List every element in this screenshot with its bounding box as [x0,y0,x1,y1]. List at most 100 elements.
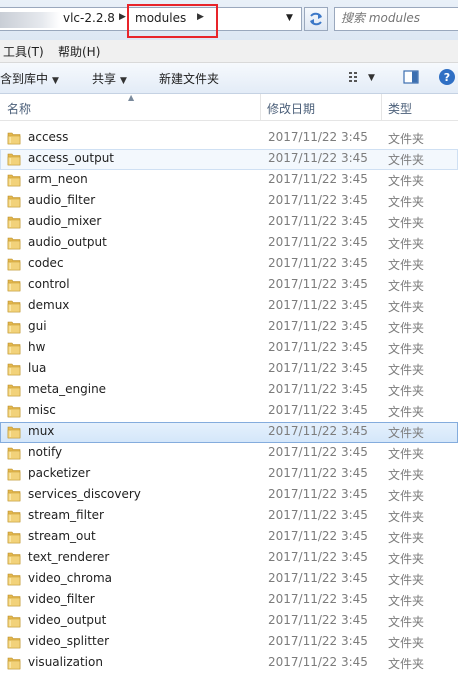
file-row[interactable]: services_discovery 2017/11/22 3:45 文件夹 [0,485,458,506]
search-input[interactable] [341,11,457,25]
menu-bar: 工具(T) 帮助(H) [0,40,458,63]
folder-icon [7,130,21,145]
file-modified-date: 2017/11/22 3:45 [268,172,368,186]
refresh-icon [310,12,322,26]
file-row[interactable]: codec 2017/11/22 3:45 文件夹 [0,254,458,275]
file-name: audio_output [28,235,107,249]
file-type: 文件夹 [388,174,425,188]
include-in-library-label: 含到库中 [0,72,49,86]
file-type: 文件夹 [388,195,425,209]
chevron-down-icon: ▼ [368,73,375,83]
file-type: 文件夹 [388,405,425,419]
file-type: 文件夹 [388,321,425,335]
file-name: stream_filter [28,508,104,522]
file-name: access [28,130,69,144]
file-row[interactable]: lua 2017/11/22 3:45 文件夹 [0,359,458,380]
file-row[interactable]: video_filter 2017/11/22 3:45 文件夹 [0,590,458,611]
file-row[interactable]: arm_neon 2017/11/22 3:45 文件夹 [0,170,458,191]
help-icon: ? [439,69,455,85]
file-modified-date: 2017/11/22 3:45 [268,613,368,627]
file-row[interactable]: video_output 2017/11/22 3:45 文件夹 [0,611,458,632]
file-type: 文件夹 [388,468,425,482]
file-row[interactable]: access 2017/11/22 3:45 文件夹 [0,128,458,149]
file-row[interactable]: misc 2017/11/22 3:45 文件夹 [0,401,458,422]
file-row[interactable]: demux 2017/11/22 3:45 文件夹 [0,296,458,317]
column-header-type[interactable]: 类型 [388,100,412,117]
file-modified-date: 2017/11/22 3:45 [268,130,368,144]
file-row[interactable]: video_splitter 2017/11/22 3:45 文件夹 [0,632,458,653]
file-row[interactable]: stream_out 2017/11/22 3:45 文件夹 [0,527,458,548]
file-row[interactable]: gui 2017/11/22 3:45 文件夹 [0,317,458,338]
file-name: demux [28,298,70,312]
chevron-down-icon: ▼ [52,76,59,86]
file-type: 文件夹 [388,447,425,461]
menu-tools[interactable]: 工具(T) [3,43,44,60]
file-type: 文件夹 [388,132,425,146]
file-row[interactable]: visualization 2017/11/22 3:45 文件夹 [0,653,458,674]
file-type: 文件夹 [388,489,425,503]
folder-icon [7,382,21,397]
breadcrumb-vlc[interactable]: vlc-2.2.8 [63,11,115,25]
search-box[interactable] [334,7,458,31]
folder-icon [7,214,21,229]
file-row[interactable]: text_renderer 2017/11/22 3:45 文件夹 [0,548,458,569]
view-options-button[interactable]: ▼ [348,69,375,84]
file-type: 文件夹 [388,510,425,524]
file-row[interactable]: mux 2017/11/22 3:45 文件夹 [0,422,458,443]
file-row[interactable]: notify 2017/11/22 3:45 文件夹 [0,443,458,464]
command-bar: 含到库中 ▼ 共享 ▼ 新建文件夹 ▼ ? [0,63,458,94]
help-button[interactable]: ? [438,68,456,89]
file-modified-date: 2017/11/22 3:45 [268,298,368,312]
file-row[interactable]: control 2017/11/22 3:45 文件夹 [0,275,458,296]
file-type: 文件夹 [388,237,425,251]
folder-icon [7,424,21,439]
share-button[interactable]: 共享 ▼ [92,70,127,87]
file-modified-date: 2017/11/22 3:45 [268,424,368,438]
menu-help[interactable]: 帮助(H) [58,43,100,60]
breadcrumb-separator-icon[interactable]: ▶ [119,12,126,22]
file-row[interactable]: access_output 2017/11/22 3:45 文件夹 [0,149,458,170]
file-modified-date: 2017/11/22 3:45 [268,319,368,333]
file-row[interactable]: meta_engine 2017/11/22 3:45 文件夹 [0,380,458,401]
preview-pane-button[interactable] [403,69,419,88]
folder-icon [7,634,21,649]
file-type: 文件夹 [388,258,425,272]
column-divider[interactable] [381,94,382,120]
file-name: hw [28,340,46,354]
blurred-path-segment [0,12,60,28]
file-row[interactable]: video_chroma 2017/11/22 3:45 文件夹 [0,569,458,590]
file-modified-date: 2017/11/22 3:45 [268,445,368,459]
file-row[interactable]: audio_output 2017/11/22 3:45 文件夹 [0,233,458,254]
file-name: visualization [28,655,103,669]
folder-icon [7,403,21,418]
file-name: video_filter [28,592,95,606]
column-divider[interactable] [260,94,261,120]
file-modified-date: 2017/11/22 3:45 [268,193,368,207]
file-type: 文件夹 [388,279,425,293]
file-type: 文件夹 [388,531,425,545]
file-row[interactable]: audio_filter 2017/11/22 3:45 文件夹 [0,191,458,212]
file-row[interactable]: packetizer 2017/11/22 3:45 文件夹 [0,464,458,485]
file-name: audio_filter [28,193,96,207]
file-row[interactable]: audio_mixer 2017/11/22 3:45 文件夹 [0,212,458,233]
view-list-icon [349,71,357,82]
file-row[interactable]: stream_filter 2017/11/22 3:45 文件夹 [0,506,458,527]
file-row[interactable]: hw 2017/11/22 3:45 文件夹 [0,338,458,359]
address-bar-row: vlc-2.2.8 ▶ modules ▶ ▼ [0,0,458,40]
annotation-highlight-box [127,4,218,38]
file-type: 文件夹 [388,573,425,587]
file-name: arm_neon [28,172,88,186]
refresh-button[interactable] [304,7,328,31]
address-dropdown-icon[interactable]: ▼ [286,13,293,23]
column-header-name[interactable]: 名称 [7,100,31,117]
column-header-modified[interactable]: 修改日期 [267,100,315,117]
file-type: 文件夹 [388,552,425,566]
file-modified-date: 2017/11/22 3:45 [268,235,368,249]
folder-icon [7,277,21,292]
new-folder-button[interactable]: 新建文件夹 [159,70,219,87]
folder-icon [7,508,21,523]
column-header-row: ▲ 名称 修改日期 类型 [0,93,458,121]
file-modified-date: 2017/11/22 3:45 [268,487,368,501]
file-name: notify [28,445,63,459]
include-in-library-button[interactable]: 含到库中 ▼ [0,70,59,87]
